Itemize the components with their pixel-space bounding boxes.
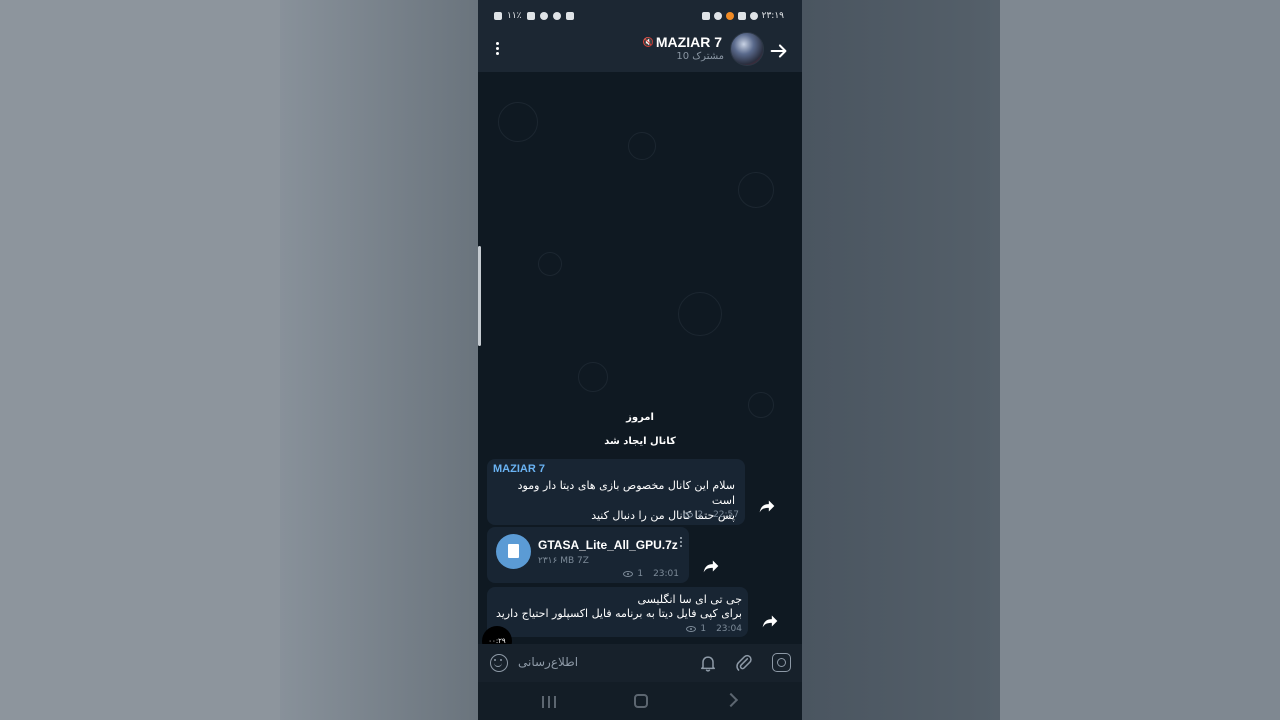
file-icon[interactable] — [496, 534, 531, 569]
subscriber-count: 10 مشترک — [676, 51, 724, 62]
wallpaper-doodle — [738, 172, 774, 208]
message-bubble[interactable]: MAZIAR 7 سلام این کانال مخصوص بازی های د… — [487, 459, 745, 525]
share-icon[interactable] — [700, 555, 722, 577]
status-right: ۲۳:۱۹ — [701, 11, 784, 21]
eye-icon — [683, 512, 694, 518]
signal-icon — [526, 12, 535, 20]
message-time: 22:57 — [713, 510, 739, 520]
view-count: 2 — [697, 510, 704, 520]
service-message: کانال ایجاد شد — [604, 436, 676, 447]
message-bubble[interactable]: جی تی ای سا انگلیسی برای کپی فایل دیتا ب… — [487, 587, 748, 637]
paperclip-icon[interactable] — [734, 653, 754, 673]
wifi-icon — [539, 12, 548, 20]
notification-icon — [565, 12, 574, 20]
broadcast-label[interactable]: اطلاع‌رسانی — [518, 655, 578, 669]
backdrop-right — [1000, 0, 1280, 720]
share-icon[interactable] — [759, 610, 781, 632]
message-line: جی تی ای سا انگلیسی — [637, 593, 742, 606]
bell-icon[interactable] — [698, 653, 718, 673]
view-count: 1 — [700, 624, 707, 634]
wallpaper-doodle — [628, 132, 656, 160]
channel-name[interactable]: MAZIAR 7 — [656, 34, 722, 50]
app-icon — [713, 12, 722, 20]
file-message-bubble[interactable]: GTASA_Lite_All_GPU.7z ۲۳۱۶ MB 7Z 1 23:01 — [487, 527, 689, 583]
file-size: ۲۳۱۶ MB 7Z — [538, 556, 589, 566]
emoji-icon[interactable] — [490, 654, 508, 672]
wallpaper-doodle — [678, 292, 722, 336]
eye-icon — [623, 571, 634, 577]
message-line: سلام این کانال مخصوص بازی های دیتا دار و… — [517, 479, 735, 507]
battery-icon — [494, 12, 502, 20]
app-icon — [725, 12, 734, 20]
view-count: 1 — [637, 569, 644, 579]
arrow-right-icon[interactable] — [768, 40, 790, 62]
more-vertical-icon[interactable] — [492, 40, 502, 60]
wallpaper-doodle — [538, 252, 562, 276]
battery-level: ۱۱٪ — [507, 11, 522, 21]
status-time: ۲۳:۱۹ — [761, 11, 784, 21]
wallpaper-doodle — [578, 362, 608, 392]
message-sender: MAZIAR 7 — [493, 463, 545, 475]
more-vertical-icon[interactable] — [679, 535, 683, 549]
file-name: GTASA_Lite_All_GPU.7z — [538, 538, 678, 552]
status-left: ۱۱٪ — [494, 11, 574, 21]
chat-header: 🔇 MAZIAR 7 10 مشترک — [478, 32, 802, 72]
app-icon — [737, 12, 746, 20]
app-icon — [749, 12, 758, 20]
message-meta: 1 23:04 — [686, 624, 742, 634]
share-icon[interactable] — [756, 495, 778, 517]
message-line: برای کپی فایل دیتا به برنامه فایل اکسپلو… — [495, 607, 742, 620]
wallpaper-doodle — [498, 102, 538, 142]
blur-right — [802, 0, 1000, 720]
message-time: 23:01 — [653, 569, 679, 579]
message-meta: 1 23:01 — [623, 569, 679, 579]
app-icon — [701, 12, 710, 20]
eye-icon — [686, 626, 697, 632]
backdrop-left — [0, 0, 280, 720]
status-bar: ۱۱٪ ۲۳:۱۹ — [478, 0, 802, 32]
composer-bar: اطلاع‌رسانی — [478, 644, 802, 682]
phone-screen: ۱۱٪ ۲۳:۱۹ 🔇 MAZIAR 7 10 مشترک امروز کانا… — [478, 0, 802, 720]
home-icon[interactable] — [634, 694, 648, 708]
mute-icon: 🔇 — [642, 38, 654, 48]
message-text: جی تی ای سا انگلیسی برای کپی فایل دیتا ب… — [492, 593, 742, 621]
instagram-icon[interactable] — [772, 653, 791, 672]
system-nav-bar — [478, 682, 802, 720]
message-meta: 2 22:57 — [683, 510, 739, 520]
date-separator: امروز — [626, 412, 654, 423]
edge-panel-handle[interactable] — [478, 246, 481, 346]
channel-avatar[interactable] — [730, 32, 764, 66]
blur-left — [280, 0, 478, 720]
chat-area: امروز کانال ایجاد شد MAZIAR 7 سلام این ک… — [478, 72, 802, 644]
back-chevron-icon[interactable] — [723, 692, 739, 708]
alarm-icon — [552, 12, 561, 20]
message-time: 23:04 — [716, 624, 742, 634]
recent-apps-icon[interactable] — [542, 696, 556, 708]
